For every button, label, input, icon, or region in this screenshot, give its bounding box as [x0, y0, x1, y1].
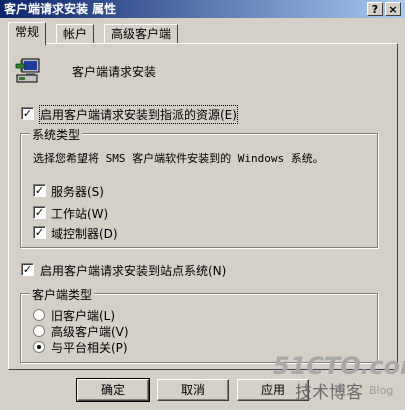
enable-site-checkbox[interactable]: ✓	[21, 263, 34, 276]
computer-install-icon	[15, 58, 40, 83]
watermark-text: Blog	[369, 384, 393, 397]
enable-assigned-checkbox[interactable]: ✓	[21, 107, 34, 120]
window-title: 客户端请求安装 属性	[4, 2, 117, 16]
system-types-description: 选择您希望将 SMS 客户端软件安装到的 Windows 系统。	[33, 152, 324, 165]
tab-advanced-client[interactable]: 高级客户端	[104, 24, 179, 44]
system-types-legend: 系统类型	[30, 126, 83, 143]
page-title: 客户端请求安装	[72, 65, 157, 79]
server-checkbox[interactable]: ✓	[33, 184, 46, 197]
workstation-label[interactable]: 工作站(W)	[51, 205, 108, 222]
watermark-text: 51CTO.com	[273, 352, 405, 380]
advanced-client-label[interactable]: 高级客户端(V)	[51, 323, 129, 340]
cancel-button[interactable]: 取消	[157, 379, 229, 401]
workstation-checkbox[interactable]: ✓	[33, 206, 46, 219]
tab-general[interactable]: 常规	[8, 22, 47, 45]
title-bar: 客户端请求安装 属性 ? ×	[0, 0, 405, 18]
ok-button[interactable]: 确定	[76, 378, 150, 402]
watermark-text: 技术博客	[295, 383, 363, 403]
tab-account[interactable]: 帐户	[56, 24, 95, 44]
advanced-client-radio[interactable]	[33, 325, 45, 337]
platform-dependent-radio[interactable]	[33, 341, 45, 353]
close-button[interactable]: ×	[385, 2, 401, 16]
tab-label: 高级客户端	[111, 27, 172, 41]
help-button[interactable]: ?	[367, 2, 383, 16]
domain-controller-label[interactable]: 域控制器(D)	[51, 225, 118, 242]
tab-label: 帐户	[63, 27, 88, 41]
domain-controller-checkbox[interactable]: ✓	[33, 226, 46, 239]
platform-dependent-label[interactable]: 与平台相关(P)	[51, 339, 128, 356]
watermark-logo: 51CTO.com 技术博客 Blog	[273, 352, 405, 403]
server-label[interactable]: 服务器(S)	[51, 183, 104, 200]
tab-label: 常规	[15, 25, 40, 39]
enable-assigned-label[interactable]: 启用客户端请求安装到指派的资源(E)	[39, 105, 238, 124]
client-types-legend: 客户端类型	[30, 286, 95, 303]
enable-site-label[interactable]: 启用客户端请求安装到站点系统(N)	[40, 262, 226, 279]
legacy-client-label[interactable]: 旧客户端(L)	[51, 307, 115, 324]
legacy-client-radio[interactable]	[33, 309, 45, 321]
